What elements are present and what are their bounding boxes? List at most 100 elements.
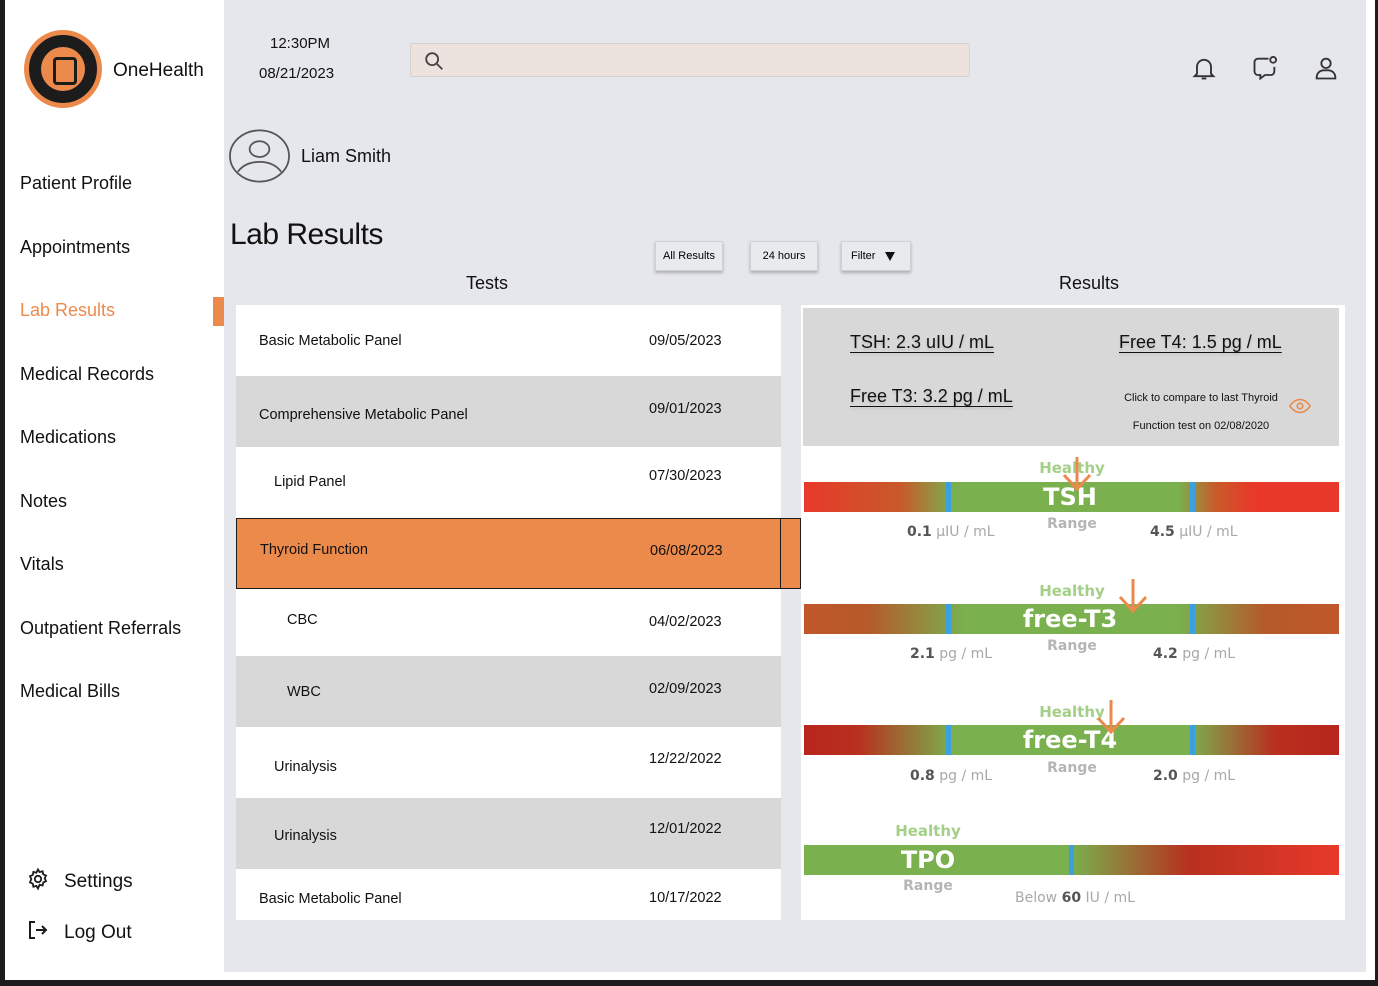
- sidebar-item-vitals[interactable]: Vitals: [20, 554, 64, 575]
- 24-hours-button[interactable]: 24 hours: [750, 241, 818, 271]
- test-name: WBC: [287, 684, 321, 700]
- free-t4-value[interactable]: Free T4: 1.5 pg / mL: [1119, 332, 1282, 353]
- test-name: Urinalysis: [274, 759, 337, 775]
- results-heading: Results: [1059, 273, 1120, 293]
- tests-table: Basic Metabolic Panel 09/05/2023 Compreh…: [236, 305, 801, 920]
- t4-range-label: Range: [1047, 760, 1097, 776]
- all-results-button[interactable]: All Results: [655, 241, 723, 271]
- settings-label: Settings: [64, 871, 133, 892]
- search-input[interactable]: [455, 48, 955, 74]
- t3-low-value: 2.1 pg / mL: [910, 646, 993, 662]
- bell-icon[interactable]: [1190, 54, 1218, 82]
- logout-label: Log Out: [64, 922, 132, 943]
- sidebar: OneHealth Patient Profile Appointments L…: [8, 0, 224, 980]
- table-row[interactable]: Comprehensive Metabolic Panel 09/01/2023: [236, 376, 781, 447]
- message-icon[interactable]: [1251, 54, 1279, 82]
- test-name: Basic Metabolic Panel: [259, 891, 402, 907]
- table-row[interactable]: Basic Metabolic Panel 10/17/2022: [236, 869, 781, 920]
- tests-heading: Tests: [466, 273, 509, 293]
- filter-label: Filter: [851, 250, 876, 262]
- tsh-value[interactable]: TSH: 2.3 uIU / mL: [850, 332, 994, 353]
- tsh-range-label: Range: [1047, 516, 1097, 532]
- test-date: 07/30/2023: [649, 468, 722, 484]
- t4-low-value: 0.8 pg / mL: [910, 768, 993, 784]
- compare-text-line1: Click to compare to last Thyroid: [1124, 392, 1278, 404]
- compare-text-line2: Function test on 02/08/2020: [1132, 420, 1270, 432]
- test-date: 04/02/2023: [649, 614, 722, 630]
- settings-button[interactable]: Settings: [26, 867, 133, 897]
- test-date: 12/01/2022: [649, 821, 722, 837]
- t3-high-marker: [1190, 604, 1195, 634]
- test-name: Basic Metabolic Panel: [259, 333, 402, 349]
- tpo-limit-marker: [1069, 845, 1074, 875]
- test-name: Thyroid Function: [260, 542, 368, 558]
- t4-low-marker: [946, 725, 951, 755]
- logo-emblem: [41, 47, 85, 91]
- test-name: Urinalysis: [274, 828, 337, 844]
- test-date: 10/17/2022: [649, 890, 722, 906]
- test-name: CBC: [287, 612, 318, 628]
- test-name: Lipid Panel: [274, 474, 346, 490]
- tsh-pointer-arrow: [1062, 457, 1092, 492]
- sidebar-item-outpatient-referrals[interactable]: Outpatient Referrals: [20, 618, 181, 639]
- onehealth-logo: [24, 30, 102, 108]
- table-row-selected[interactable]: Thyroid Function 06/08/2023: [236, 518, 801, 589]
- t4-high-marker: [1190, 725, 1195, 755]
- gear-icon: [26, 867, 50, 897]
- free-t3-value[interactable]: Free T3: 3.2 pg / mL: [850, 386, 1013, 407]
- search-icon: [425, 52, 443, 70]
- tpo-healthy-label: Healthy: [895, 822, 961, 840]
- t3-range-label: Range: [1047, 638, 1097, 654]
- results-panel: TSH: 2.3 uIU / mL Free T4: 1.5 pg / mL F…: [801, 305, 1345, 920]
- sidebar-item-notes[interactable]: Notes: [20, 491, 67, 512]
- sidebar-item-medical-records[interactable]: Medical Records: [20, 364, 154, 385]
- sidebar-item-lab-results[interactable]: Lab Results: [20, 300, 115, 321]
- main-content: 12:30PM 08/21/2023 Liam Smith Lab Result…: [224, 0, 1366, 972]
- caret-down-icon: [885, 251, 896, 261]
- window-frame-left: [0, 0, 8, 986]
- patient-header: Liam Smith: [228, 128, 391, 184]
- t3-pointer-arrow: [1118, 579, 1148, 614]
- t3-healthy-label: Healthy: [1039, 582, 1105, 600]
- table-row[interactable]: Basic Metabolic Panel 09/05/2023: [236, 305, 781, 376]
- test-date: 09/05/2023: [649, 333, 722, 349]
- test-name: Comprehensive Metabolic Panel: [259, 407, 468, 423]
- page-title: Lab Results: [230, 218, 383, 251]
- sidebar-item-appointments[interactable]: Appointments: [20, 237, 130, 258]
- sidebar-item-medical-bills[interactable]: Medical Bills: [20, 681, 120, 702]
- sidebar-item-medications[interactable]: Medications: [20, 427, 116, 448]
- row-divider: [780, 519, 781, 588]
- window-frame-bottom: [0, 980, 1378, 986]
- test-date: 06/08/2023: [650, 543, 723, 559]
- tpo-limit-value: Below 60 IU / mL: [1015, 890, 1135, 906]
- t4-pointer-arrow: [1096, 700, 1126, 735]
- logout-icon: [26, 918, 50, 948]
- test-date: 02/09/2023: [649, 681, 722, 697]
- current-time: 12:30PM: [270, 35, 331, 52]
- t3-high-value: 4.2 pg / mL: [1153, 646, 1236, 662]
- tsh-low-marker: [946, 482, 951, 512]
- current-date: 08/21/2023: [259, 65, 335, 82]
- patient-name: Liam Smith: [301, 145, 392, 166]
- table-row[interactable]: WBC 02/09/2023: [236, 656, 781, 727]
- sidebar-item-patient-profile[interactable]: Patient Profile: [20, 173, 132, 194]
- eye-icon[interactable]: [1289, 396, 1311, 416]
- window-frame-right: [1366, 0, 1378, 986]
- patient-avatar-icon[interactable]: [228, 128, 291, 184]
- filter-button[interactable]: Filter: [841, 241, 911, 271]
- table-row[interactable]: CBC 04/02/2023: [236, 589, 781, 660]
- compare-link[interactable]: Click to compare to last Thyroid Functio…: [1103, 384, 1299, 440]
- test-date: 12/22/2022: [649, 751, 722, 767]
- tsh-high-value: 4.5 µIU / mL: [1150, 524, 1238, 540]
- logout-button[interactable]: Log Out: [26, 918, 132, 948]
- tsh-low-value: 0.1 µIU / mL: [907, 524, 995, 540]
- table-row[interactable]: Urinalysis 12/22/2022: [236, 727, 781, 798]
- tsh-high-marker: [1190, 482, 1195, 512]
- test-date: 09/01/2023: [649, 401, 722, 417]
- user-icon[interactable]: [1312, 54, 1340, 82]
- table-row[interactable]: Lipid Panel 07/30/2023: [236, 447, 781, 518]
- table-row[interactable]: Urinalysis 12/01/2022: [236, 798, 781, 869]
- tpo-gauge-label: TPO: [900, 846, 956, 874]
- search-bar[interactable]: [410, 43, 970, 77]
- active-indicator: [213, 297, 224, 326]
